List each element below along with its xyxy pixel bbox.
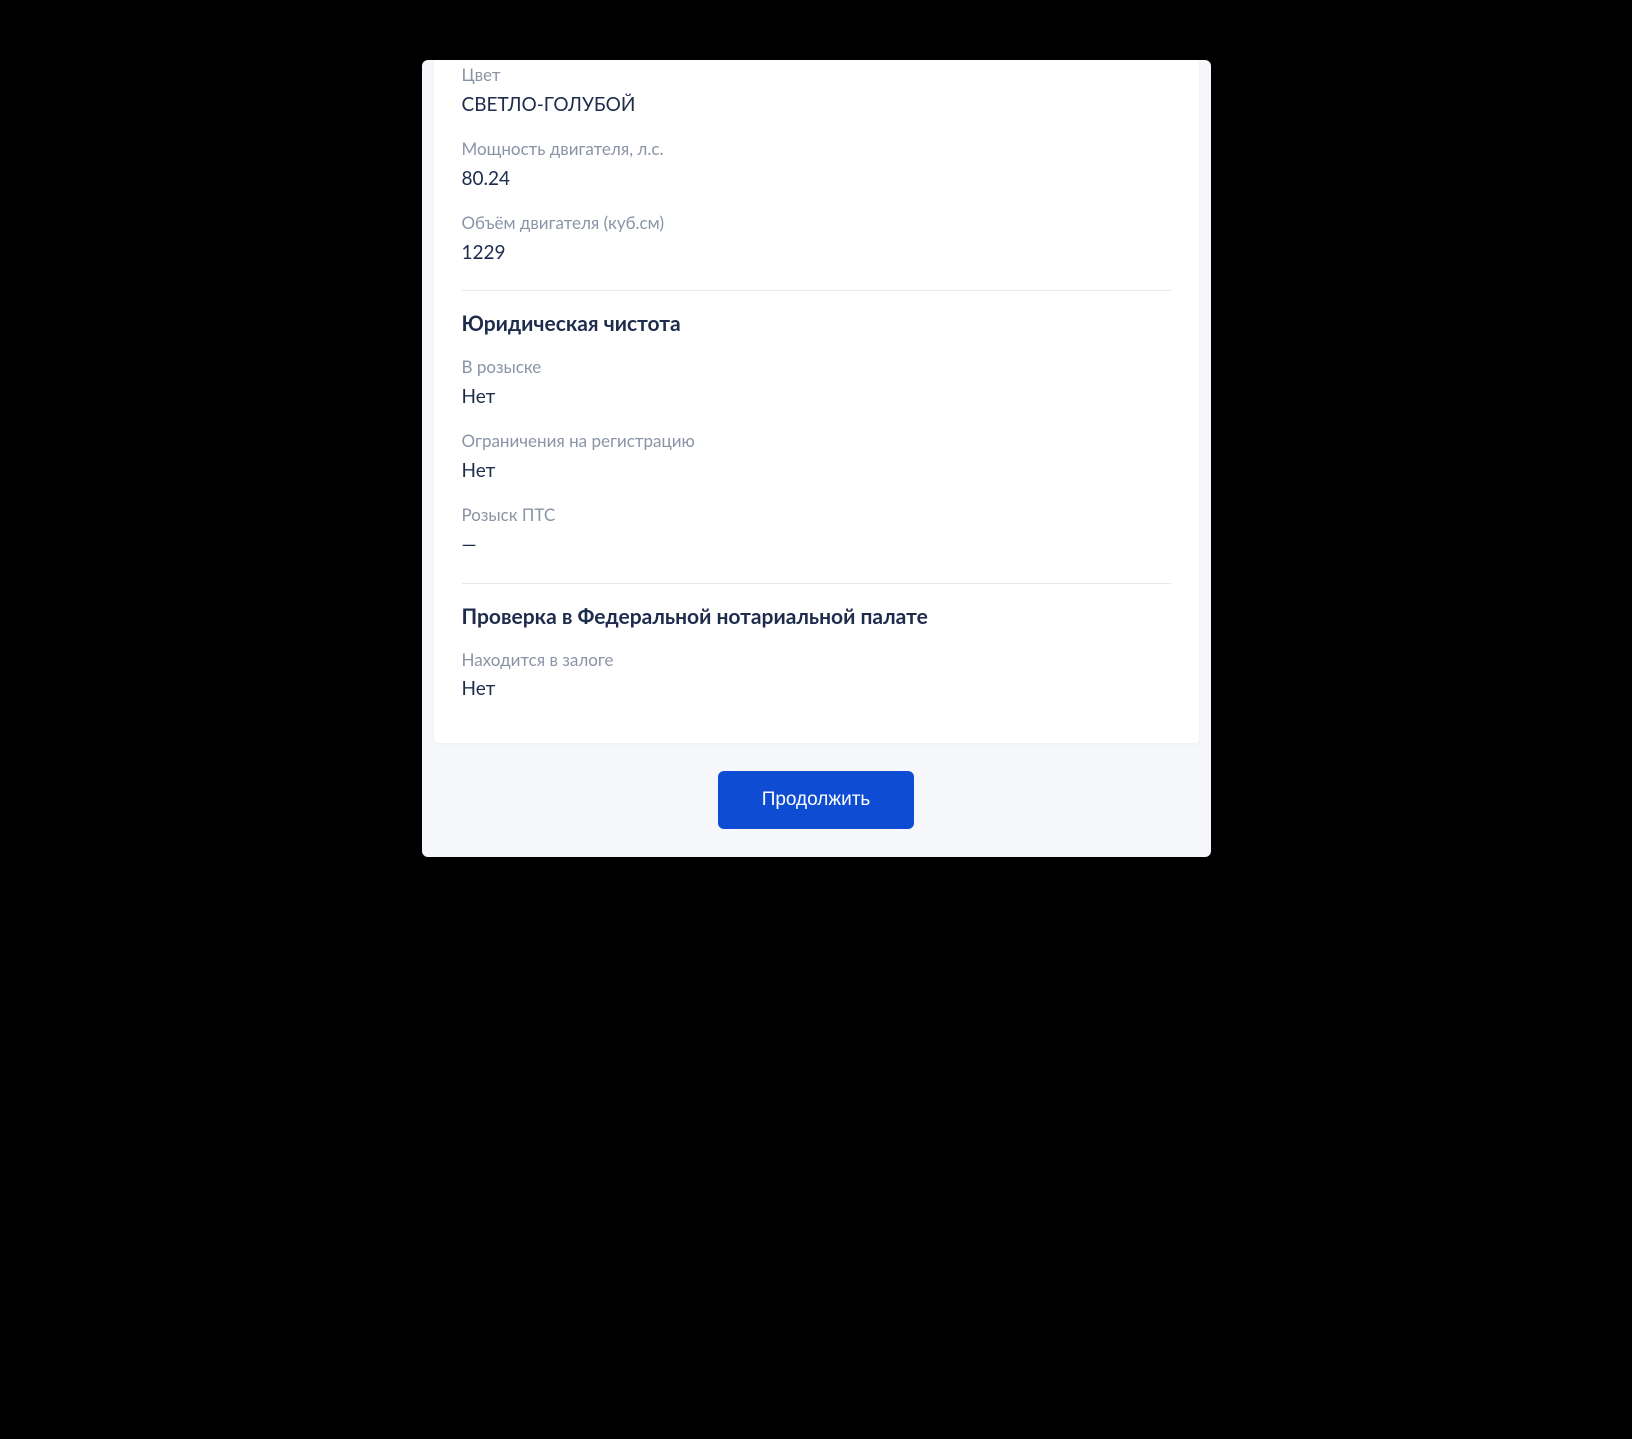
- field-wanted: В розыске Нет: [462, 352, 1171, 424]
- field-pts-search: Розыск ПТС —: [462, 498, 1171, 572]
- field-color: Цвет СВЕТЛО-ГОЛУБОЙ: [462, 60, 1171, 132]
- field-restrictions-label: Ограничения на регистрацию: [462, 428, 1171, 454]
- divider: [462, 290, 1171, 291]
- field-restrictions: Ограничения на регистрацию Нет: [462, 424, 1171, 498]
- field-engine-volume-label: Объём двигателя (куб.см): [462, 210, 1171, 236]
- section-title-notary: Проверка в Федеральной нотариальной пала…: [462, 604, 1171, 629]
- actions-bar: Продолжить: [422, 771, 1211, 829]
- field-wanted-value: Нет: [462, 384, 1171, 411]
- field-pledge: Находится в залоге Нет: [462, 645, 1171, 717]
- field-pledge-value: Нет: [462, 676, 1171, 703]
- field-engine-power-label: Мощность двигателя, л.с.: [462, 136, 1171, 162]
- continue-button[interactable]: Продолжить: [718, 771, 915, 829]
- field-engine-power-value: 80.24: [462, 166, 1171, 193]
- section-title-legal: Юридическая чистота: [462, 311, 1171, 336]
- field-pts-search-value: —: [462, 532, 1171, 559]
- field-engine-volume: Объём двигателя (куб.см) 1229: [462, 206, 1171, 280]
- field-engine-power: Мощность двигателя, л.с. 80.24: [462, 132, 1171, 206]
- field-pledge-label: Находится в залоге: [462, 647, 1171, 673]
- field-pts-search-label: Розыск ПТС: [462, 502, 1171, 528]
- field-color-label: Цвет: [462, 62, 1171, 88]
- field-color-value: СВЕТЛО-ГОЛУБОЙ: [462, 92, 1171, 119]
- field-wanted-label: В розыске: [462, 354, 1171, 380]
- field-restrictions-value: Нет: [462, 458, 1171, 485]
- field-engine-volume-value: 1229: [462, 240, 1171, 267]
- page-container: Цвет СВЕТЛО-ГОЛУБОЙ Мощность двигателя, …: [422, 60, 1211, 857]
- divider: [462, 583, 1171, 584]
- info-card: Цвет СВЕТЛО-ГОЛУБОЙ Мощность двигателя, …: [434, 60, 1199, 743]
